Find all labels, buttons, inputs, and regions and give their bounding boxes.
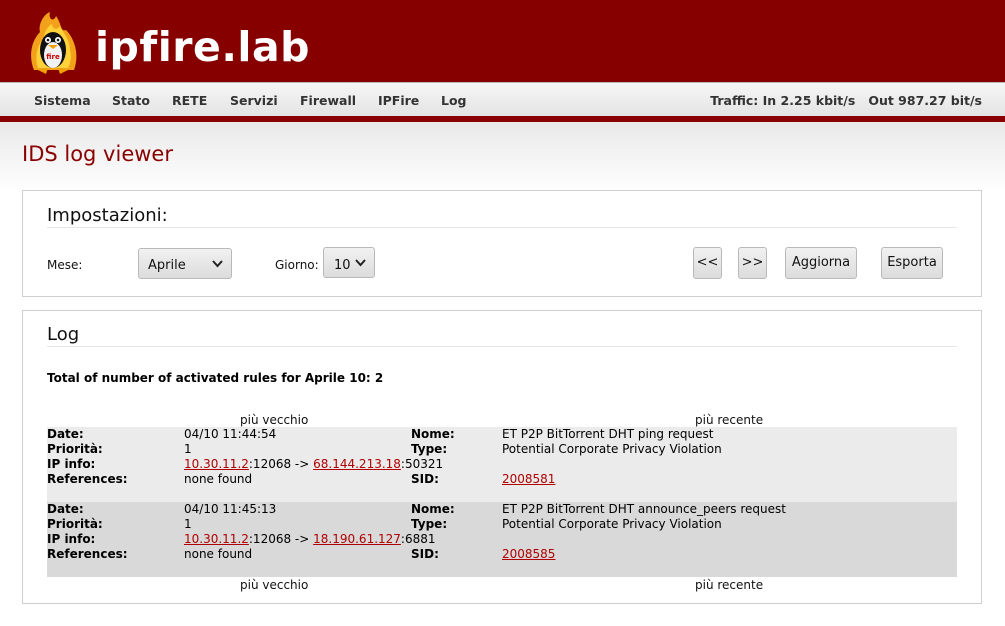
entry-references: none found [184,547,253,561]
page-title: IDS log viewer [22,142,173,166]
source-ip-link[interactable]: 10.30.11.2 [184,457,249,471]
nav-item-rete[interactable]: RETE [172,93,207,108]
ip-label: IP info: [47,457,96,471]
chevron-down-icon [355,259,366,267]
refs-label: References: [47,472,128,486]
log-divider [47,346,957,347]
newer-link-bottom[interactable]: più recente [695,578,763,592]
chevron-down-icon [212,260,223,268]
nav-item-log[interactable]: Log [441,93,467,108]
entry-ip-info: 10.30.11.2:12068 -> 18.190.61.127:6881 [184,532,436,547]
entry-date: 04/10 11:44:54 [184,427,277,441]
day-label: Giorno: [275,258,319,272]
source-port: :12068 -> [248,532,314,546]
source-ip-link[interactable]: 10.30.11.2 [184,532,249,546]
day-select[interactable]: 10 [323,247,375,278]
nav-item-ipfire[interactable]: IPFire [378,93,419,108]
sid-label: SID: [411,472,439,486]
type-label: Type: [411,442,448,456]
priority-label: Priorità: [47,442,103,456]
settings-divider [47,227,957,228]
source-port: :12068 -> [248,457,314,471]
priority-label: Priorità: [47,517,103,531]
newer-link-top[interactable]: più recente [695,413,763,427]
settings-panel: Impostazioni: Mese: Aprile Giorno: 10 <<… [22,190,982,297]
sid-link[interactable]: 2008585 [502,547,555,562]
prev-day-button[interactable]: << [693,247,722,279]
refs-label: References: [47,547,128,561]
name-label: Nome: [411,502,455,516]
next-day-button[interactable]: >> [738,247,767,279]
export-button[interactable]: Esporta [881,247,943,279]
month-select[interactable]: Aprile [138,248,232,279]
date-label: Date: [47,427,84,441]
entry-priority: 1 [184,517,192,531]
entry-date: 04/10 11:45:13 [184,502,277,516]
sid-link[interactable]: 2008581 [502,472,555,487]
entry-type: Potential Corporate Privacy Violation [502,442,722,456]
dest-ip-link[interactable]: 68.144.213.18 [313,457,401,471]
older-link-bottom[interactable]: più vecchio [240,578,308,592]
site-title: ipfire.lab [95,23,310,71]
month-label: Mese: [47,258,83,272]
refresh-button[interactable]: Aggiorna [785,247,857,279]
entry-priority: 1 [184,442,192,456]
main-nav: Sistema Stato RETE Servizi Firewall IPFi… [0,82,1005,117]
type-label: Type: [411,517,448,531]
date-label: Date: [47,502,84,516]
log-panel: Log Total of number of activated rules f… [22,310,982,604]
nav-item-stato[interactable]: Stato [112,93,150,108]
log-title: Log [47,324,80,345]
log-entry: Date: Priorità: IP info: References: 04/… [47,427,957,502]
nav-item-firewall[interactable]: Firewall [300,93,356,108]
entry-references: none found [184,472,253,486]
ip-label: IP info: [47,532,96,546]
dest-port: :6881 [400,532,436,546]
traffic-status: Traffic: In 2.25 kbit/s Out 987.27 bit/s [710,93,982,108]
entry-name: ET P2P BitTorrent DHT announce_peers req… [502,502,786,516]
dest-port: :50321 [400,457,444,471]
log-entry: Date: Priorità: IP info: References: 04/… [47,502,957,577]
day-select-value: 10 [334,258,351,273]
entry-ip-info: 10.30.11.2:12068 -> 68.144.213.18:50321 [184,457,443,472]
month-select-value: Aprile [148,258,186,273]
entry-type: Potential Corporate Privacy Violation [502,517,722,531]
nav-item-sistema[interactable]: Sistema [34,93,91,108]
nav-item-servizi[interactable]: Servizi [230,93,278,108]
header-banner: fire ipfire.lab [0,0,1005,82]
log-summary: Total of number of activated rules for A… [47,371,384,385]
entry-name: ET P2P BitTorrent DHT ping request [502,427,714,441]
older-link-top[interactable]: più vecchio [240,413,308,427]
settings-title: Impostazioni: [47,205,168,226]
sid-label: SID: [411,547,439,561]
svg-text:fire: fire [46,53,60,61]
dest-ip-link[interactable]: 18.190.61.127 [313,532,401,546]
ipfire-penguin-logo: fire [31,12,77,74]
name-label: Nome: [411,427,455,441]
